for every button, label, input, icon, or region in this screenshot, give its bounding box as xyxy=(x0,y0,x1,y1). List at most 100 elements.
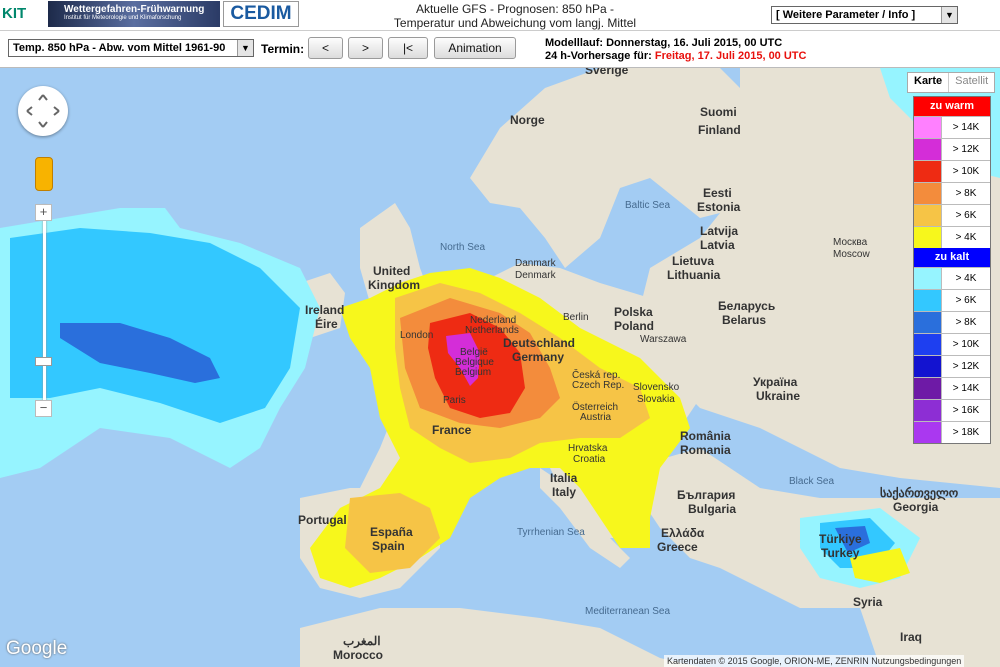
next-button[interactable]: > xyxy=(348,37,383,59)
legend-row-cold: > 18K xyxy=(914,421,990,443)
map-type-control: Karte Satellit xyxy=(907,72,996,93)
label-slovensko: Slovensko xyxy=(633,382,680,393)
legend-row-cold: > 10K xyxy=(914,333,990,355)
label-austria: Austria xyxy=(580,412,612,423)
legend-row-warm: > 12K xyxy=(914,138,990,160)
legend-cold-rows: > 4K > 6K > 8K > 10K > 12K > 14K > 16K > 18K xyxy=(914,267,990,443)
label-deutschland: Deutschland xyxy=(503,336,575,350)
label-ellada: Ελλάδα xyxy=(661,526,705,540)
label-ukraina: Україна xyxy=(753,375,798,389)
pan-control[interactable] xyxy=(18,86,68,136)
animation-button[interactable]: Animation xyxy=(434,37,516,59)
label-netherlands: Netherlands xyxy=(465,325,519,336)
label-north-sea: North Sea xyxy=(440,242,485,253)
label-london: London xyxy=(400,330,433,341)
toolbar: Temp. 850 hPa - Abw. vom Mittel 1961-90 … xyxy=(0,31,1000,68)
legend-label: > 10K xyxy=(952,339,980,350)
label-black-sea: Black Sea xyxy=(789,476,834,487)
legend-swatch xyxy=(914,334,942,355)
label-eesti: Eesti xyxy=(703,186,732,200)
label-iraq: Iraq xyxy=(900,630,922,644)
label-portugal: Portugal xyxy=(298,513,347,527)
model-run-text: Modelllauf: Donnerstag, 16. Juli 2015, 0… xyxy=(545,37,783,49)
label-spain: Spain xyxy=(372,539,405,553)
legend-label: > 8K xyxy=(955,188,977,199)
legend-swatch xyxy=(914,117,942,138)
chevron-down-icon[interactable]: ▼ xyxy=(237,40,253,56)
forecast-text: 24 h-Vorhersage für: Freitag, 17. Juli 2… xyxy=(545,50,806,63)
legend-swatch xyxy=(914,227,942,248)
label-eire: Éire xyxy=(315,316,338,331)
legend-row-warm: > 10K xyxy=(914,160,990,182)
more-parameters-select[interactable]: [ Weitere Parameter / Info ] ▼ xyxy=(771,6,958,24)
termin-label: Termin: xyxy=(261,42,305,56)
kit-logo[interactable]: KIT xyxy=(2,1,46,27)
cedim-logo[interactable]: CEDIM xyxy=(223,1,299,27)
label-moscow: Moscow xyxy=(833,249,870,260)
legend-label: > 4K xyxy=(955,273,977,284)
legend-label: > 10K xyxy=(952,166,980,177)
label-czech: Czech Rep. xyxy=(572,380,624,391)
label-latvia: Latvia xyxy=(700,238,735,252)
legend-row-warm: > 14K xyxy=(914,116,990,138)
first-button[interactable]: |< xyxy=(388,37,428,59)
label-morocco: Morocco xyxy=(333,648,383,662)
banner-title: Wettergefahren-Frühwarnung xyxy=(64,4,205,15)
page-title: Aktuelle GFS - Prognosen: 850 hPa - Temp… xyxy=(340,2,690,30)
legend-row-cold: > 14K xyxy=(914,377,990,399)
legend-swatch xyxy=(914,312,942,333)
label-maghreb: المغرب xyxy=(343,634,381,649)
label-georgia: Georgia xyxy=(893,500,939,514)
legend-label: > 14K xyxy=(952,383,980,394)
map-canvas[interactable]: Sverige Norge Suomi Finland Eesti Estoni… xyxy=(0,68,1000,667)
label-belarus-ru: Беларусь xyxy=(718,299,775,313)
pan-arrows-icon[interactable] xyxy=(18,86,68,136)
zoom-slider-track[interactable] xyxy=(43,205,46,413)
label-denmark: Denmark xyxy=(515,270,557,281)
label-estonia: Estonia xyxy=(697,200,741,214)
label-espana: España xyxy=(370,525,413,539)
warning-banner[interactable]: Wettergefahren-Frühwarnung Institut für … xyxy=(48,1,220,27)
legend-row-cold: > 16K xyxy=(914,399,990,421)
label-italy: Italy xyxy=(552,485,576,499)
parameter-select[interactable]: Temp. 850 hPa - Abw. vom Mittel 1961-90 … xyxy=(8,39,254,57)
zoom-slider-thumb[interactable] xyxy=(35,357,52,366)
label-ukraine: Ukraine xyxy=(756,389,800,403)
label-suomi: Suomi xyxy=(700,105,737,119)
forecast-date: Freitag, 17. Juli 2015, 00 UTC xyxy=(654,50,807,62)
street-view-pegman-icon[interactable] xyxy=(35,157,53,191)
label-bulgaria: Bulgaria xyxy=(688,502,736,516)
label-lietuva: Lietuva xyxy=(672,254,714,268)
label-polska: Polska xyxy=(614,305,653,319)
label-syria: Syria xyxy=(853,595,883,609)
label-united: United xyxy=(373,264,410,278)
legend-swatch xyxy=(914,290,942,311)
map-type-satellit[interactable]: Satellit xyxy=(948,73,994,92)
label-warszawa: Warszawa xyxy=(640,334,687,345)
map[interactable]: Sverige Norge Suomi Finland Eesti Estoni… xyxy=(0,68,1000,667)
label-ireland: Ireland xyxy=(305,303,344,317)
label-greece: Greece xyxy=(657,540,698,554)
map-type-karte[interactable]: Karte xyxy=(908,73,948,92)
chevron-down-icon[interactable]: ▼ xyxy=(941,7,957,23)
legend-swatch xyxy=(914,422,942,443)
label-berlin: Berlin xyxy=(563,312,589,323)
label-turkiye: Türkiye xyxy=(819,532,862,546)
label-france: France xyxy=(432,423,472,437)
zoom-in-button[interactable]: + xyxy=(35,204,52,221)
legend-swatch xyxy=(914,400,942,421)
legend-label: > 12K xyxy=(952,144,980,155)
label-finland: Finland xyxy=(698,123,741,137)
legend-row-cold: > 12K xyxy=(914,355,990,377)
legend-label: > 6K xyxy=(955,210,977,221)
zoom-out-button[interactable]: − xyxy=(35,400,52,417)
map-attribution[interactable]: Kartendaten © 2015 Google, ORION-ME, ZEN… xyxy=(664,655,965,667)
legend-label: > 18K xyxy=(952,427,980,438)
label-romania-ro: România xyxy=(680,429,731,443)
legend: zu warm > 14K > 12K > 10K > 8K > 6K > 4K zu k… xyxy=(913,96,991,444)
label-italia: Italia xyxy=(550,471,578,485)
previous-button[interactable]: < xyxy=(308,37,343,59)
label-georgia-ka: საქართველო xyxy=(880,486,959,501)
label-tyrrhenian: Tyrrhenian Sea xyxy=(517,527,585,538)
google-logo[interactable]: Google xyxy=(6,638,67,660)
